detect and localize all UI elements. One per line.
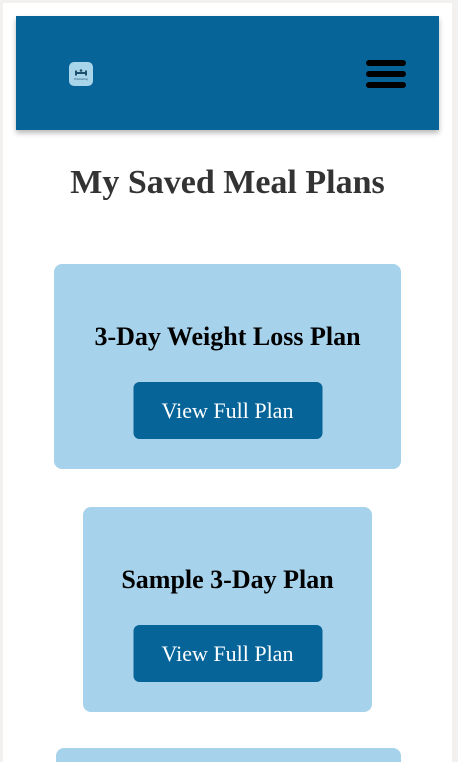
logo-text: Pilobehaj <box>74 76 88 81</box>
meal-plan-title: Sample 3-Day Plan <box>121 565 334 594</box>
meal-plan-card: 3-Day Weight Loss Plan View Full Plan <box>54 264 401 469</box>
hamburger-menu-icon[interactable] <box>365 56 407 90</box>
meal-plan-card-partial <box>56 748 401 762</box>
meal-plan-title: 3-Day Weight Loss Plan <box>94 322 361 351</box>
view-full-plan-button[interactable]: View Full Plan <box>133 625 322 682</box>
menu-line <box>366 71 406 77</box>
app-header: Pilobehaj <box>16 16 439 130</box>
app-logo[interactable]: Pilobehaj <box>69 62 93 86</box>
fitness-logo-icon <box>75 68 87 75</box>
menu-line <box>366 60 406 66</box>
page-title: My Saved Meal Plans <box>70 164 385 201</box>
meal-plan-card: Sample 3-Day Plan View Full Plan <box>83 507 372 712</box>
menu-line <box>366 82 406 88</box>
view-full-plan-button[interactable]: View Full Plan <box>133 382 322 439</box>
page: Pilobehaj My Saved Meal Plans 3-Day Weig… <box>3 3 452 762</box>
